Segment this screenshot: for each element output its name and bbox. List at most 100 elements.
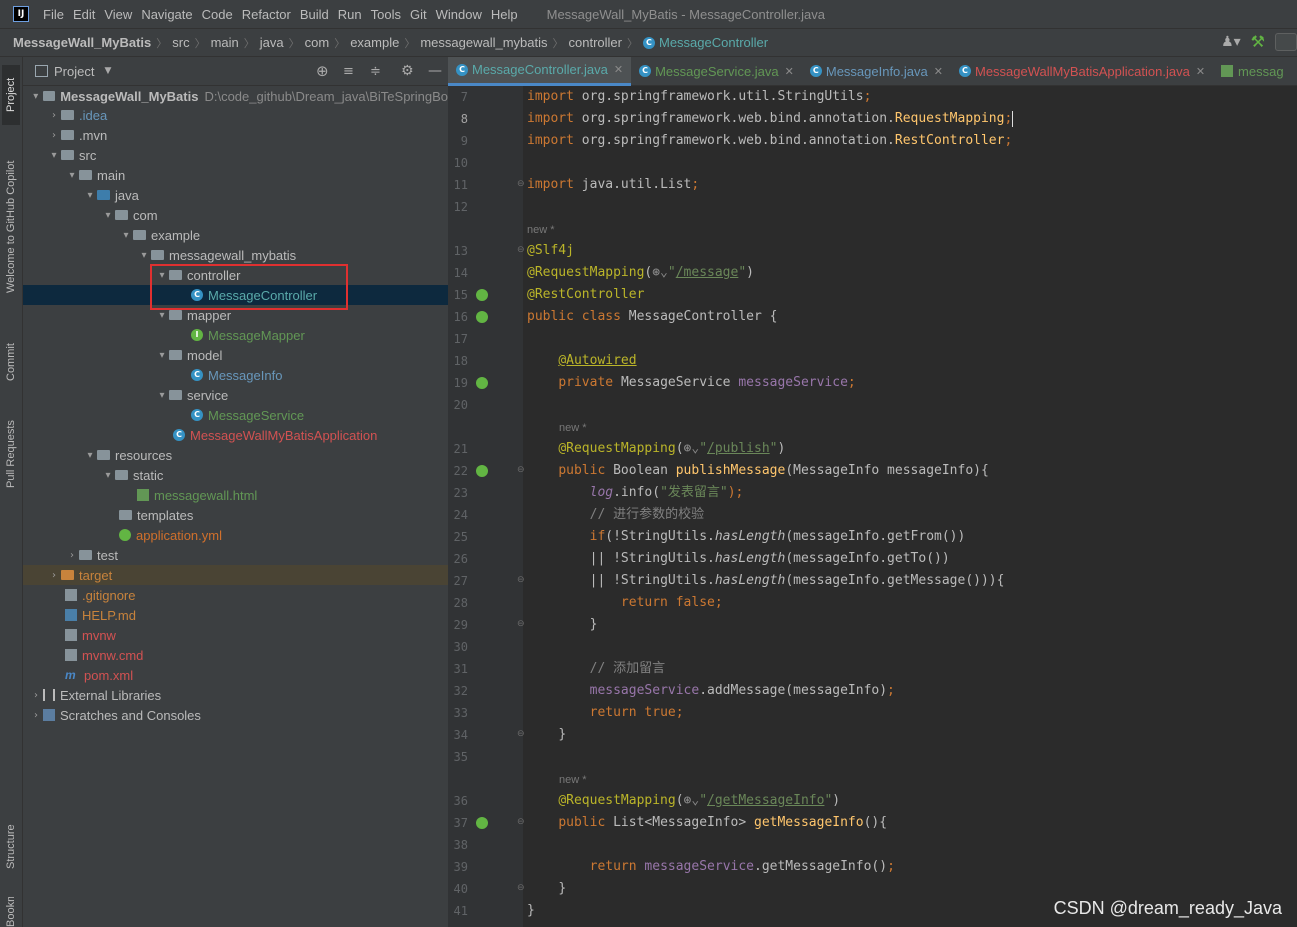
chevron-right-icon[interactable]: › [29,690,43,701]
hide-panel-icon[interactable]: — [428,63,442,79]
tab-application[interactable]: C MessageWallMyBatisApplication.java ✕ [951,57,1213,86]
tree-item[interactable]: mvnw [23,625,448,645]
spring-bean-icon[interactable] [476,311,488,323]
breadcrumb-main[interactable]: main [211,35,239,50]
tab-html[interactable]: messag [1213,57,1292,86]
breadcrumb-controller[interactable]: controller [569,35,622,50]
tree-item[interactable]: › .idea [23,105,448,125]
tool-tab-bookmarks[interactable]: Bookmarks [2,897,20,927]
chevron-down-icon[interactable]: ▾ [155,310,169,321]
tree-item[interactable]: › External Libraries [23,685,448,705]
tool-tab-structure[interactable]: Structure [2,812,20,882]
chevron-down-icon[interactable]: ▾ [137,250,151,261]
chevron-down-icon[interactable]: ▾ [29,91,43,102]
tree-item[interactable]: C MessageService [23,405,448,425]
request-path[interactable]: /publish [707,441,770,456]
chevron-down-icon[interactable]: ▾ [47,150,61,161]
tool-tab-pull-requests[interactable]: Pull Requests [2,407,20,502]
chevron-down-icon[interactable]: ▾ [155,390,169,401]
tree-item[interactable]: I MessageMapper [23,325,448,345]
chevron-down-icon[interactable]: ▾ [101,470,115,481]
tool-tab-project[interactable]: Project [2,65,20,125]
request-path[interactable]: /getMessageInfo [707,793,824,808]
tree-item[interactable]: templates [23,505,448,525]
chevron-down-icon[interactable]: ▾ [83,190,97,201]
tree-item[interactable]: ▾ mapper [23,305,448,325]
web-url-icon[interactable]: ⊛⌄ [652,265,668,280]
chevron-down-icon[interactable]: ▾ [65,170,79,181]
collapse-all-icon[interactable]: ≑ [370,64,381,79]
author-hint[interactable]: new * [559,772,587,788]
tree-item[interactable]: › Scratches and Consoles [23,705,448,725]
spring-bean-icon[interactable] [476,817,488,829]
chevron-down-icon[interactable]: ▾ [155,270,169,281]
tree-item[interactable]: ▾ com [23,205,448,225]
menu-view[interactable]: View [104,7,132,22]
fold-icon[interactable]: ⊖ [517,883,525,893]
chevron-right-icon[interactable]: › [65,550,79,561]
tree-item[interactable]: › test [23,545,448,565]
tree-item[interactable]: ▾ service [23,385,448,405]
chevron-right-icon[interactable]: › [29,710,43,721]
tree-item[interactable]: ▾ static [23,465,448,485]
spring-bean-icon[interactable] [476,377,488,389]
tree-item[interactable]: › target [23,565,448,585]
tree-item[interactable]: .gitignore [23,585,448,605]
tree-item[interactable]: application.yml [23,525,448,545]
locate-icon[interactable]: ⊕ [316,62,329,80]
author-hint[interactable]: new * [559,420,587,436]
expand-all-icon[interactable]: ≡ [343,64,354,79]
menu-help[interactable]: Help [491,7,518,22]
tree-item[interactable]: ▾ java [23,185,448,205]
fold-icon[interactable]: ⊖ [517,179,525,189]
chevron-down-icon[interactable]: ▼ [104,66,111,76]
menu-edit[interactable]: Edit [73,7,95,22]
tree-item[interactable]: ▾ example [23,225,448,245]
tree-item[interactable]: messagewall.html [23,485,448,505]
tab-message-service[interactable]: C MessageService.java ✕ [631,57,802,86]
tree-item[interactable]: m pom.xml [23,665,448,685]
breadcrumb-example[interactable]: example [350,35,399,50]
tree-item[interactable]: C MessageInfo [23,365,448,385]
tree-item[interactable]: ▾ messagewall_mybatis [23,245,448,265]
tree-item[interactable]: mvnw.cmd [23,645,448,665]
tool-tab-copilot[interactable]: Welcome to GitHub Copilot [2,142,20,312]
menu-tools[interactable]: Tools [371,7,401,22]
chevron-down-icon[interactable]: ▾ [119,230,133,241]
menu-refactor[interactable]: Refactor [242,7,291,22]
fold-icon[interactable]: ⊖ [517,575,525,585]
fold-icon[interactable]: ⊖ [517,465,525,475]
chevron-right-icon[interactable]: › [47,130,61,141]
chevron-down-icon[interactable]: ▾ [83,450,97,461]
request-path[interactable]: /message [676,265,739,280]
tree-item[interactable]: ▾ controller [23,265,448,285]
menu-build[interactable]: Build [300,7,329,22]
tree-item[interactable]: › .mvn [23,125,448,145]
breadcrumb-src[interactable]: src [172,35,189,50]
breadcrumb-package[interactable]: messagewall_mybatis [420,35,547,50]
menu-git[interactable]: Git [410,7,427,22]
build-hammer-icon[interactable]: ⚒ [1251,32,1265,51]
code-area[interactable]: import org.springframework.util.StringUt… [527,86,1297,927]
tree-item[interactable]: C MessageWallMyBatisApplication [23,425,448,445]
tab-message-info[interactable]: C MessageInfo.java ✕ [802,57,951,86]
breadcrumb-java[interactable]: java [260,35,284,50]
web-url-icon[interactable]: ⊛⌄ [684,793,700,808]
run-config-icon[interactable] [1275,32,1297,51]
project-view-selector[interactable]: Project [54,64,94,79]
gear-icon[interactable]: ⚙ [401,63,414,79]
menu-file[interactable]: File [43,7,64,22]
tab-message-controller[interactable]: C MessageController.java ✕ [448,56,632,86]
chevron-right-icon[interactable]: › [47,570,61,581]
menu-run[interactable]: Run [338,7,362,22]
close-icon[interactable]: ✕ [934,65,943,78]
spring-bean-icon[interactable] [476,465,488,477]
tree-item[interactable]: ▾ model [23,345,448,365]
tree-item-selected[interactable]: C MessageController [23,285,448,305]
breadcrumb-project[interactable]: MessageWall_MyBatis [13,35,151,50]
menu-navigate[interactable]: Navigate [141,7,192,22]
close-icon[interactable]: ✕ [1196,65,1205,78]
chevron-right-icon[interactable]: › [47,110,61,121]
chevron-down-icon[interactable]: ▾ [101,210,115,221]
tool-tab-commit[interactable]: Commit [2,327,20,397]
